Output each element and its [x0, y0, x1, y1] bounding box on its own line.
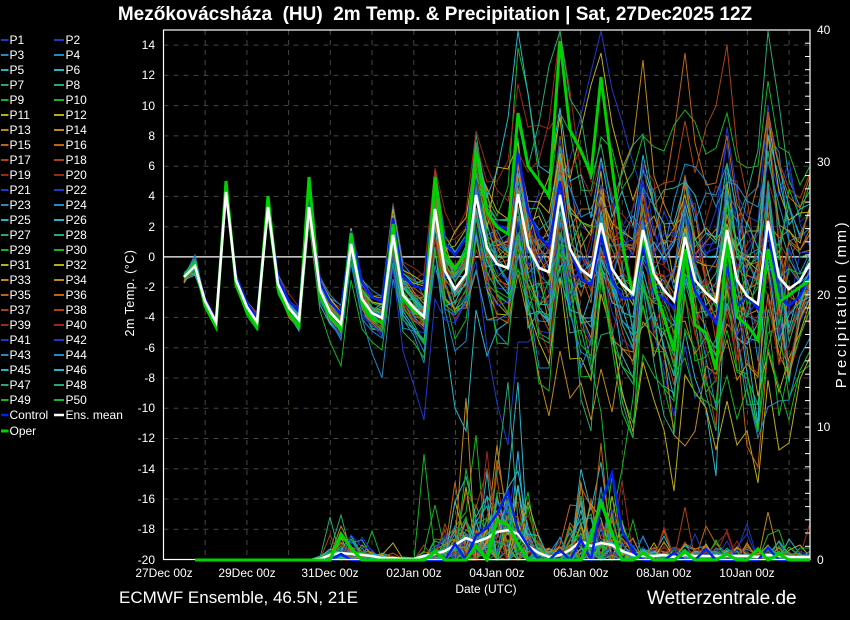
svg-text:P24: P24	[66, 198, 88, 212]
svg-text:P2: P2	[66, 33, 81, 47]
svg-text:P27: P27	[10, 228, 32, 242]
svg-text:29Dec 00z: 29Dec 00z	[218, 566, 275, 580]
svg-text:P45: P45	[10, 363, 32, 377]
svg-text:P35: P35	[10, 288, 32, 302]
svg-text:P44: P44	[66, 348, 88, 362]
svg-text:P50: P50	[66, 393, 88, 407]
svg-text:Date (UTC): Date (UTC)	[455, 582, 516, 596]
svg-text:6: 6	[148, 159, 155, 173]
svg-text:P30: P30	[66, 243, 88, 257]
svg-text:Precipitation (mm): Precipitation (mm)	[833, 220, 850, 389]
svg-text:0: 0	[148, 250, 155, 264]
svg-text:P31: P31	[10, 258, 32, 272]
svg-text:P11: P11	[10, 108, 31, 122]
svg-text:-2: -2	[144, 280, 155, 294]
svg-text:31Dec 00z: 31Dec 00z	[301, 566, 358, 580]
svg-text:P19: P19	[10, 168, 32, 182]
svg-text:P26: P26	[66, 213, 88, 227]
svg-text:P25: P25	[10, 213, 32, 227]
svg-text:ECMWF Ensemble, 46.5N, 21E: ECMWF Ensemble, 46.5N, 21E	[119, 588, 358, 607]
svg-text:P4: P4	[66, 48, 81, 62]
svg-text:P36: P36	[66, 288, 88, 302]
svg-text:P7: P7	[10, 78, 25, 92]
svg-text:P13: P13	[10, 123, 32, 137]
svg-text:4: 4	[148, 189, 155, 203]
svg-text:-4: -4	[144, 310, 155, 324]
svg-text:P5: P5	[10, 63, 25, 77]
svg-text:P41: P41	[10, 333, 32, 347]
svg-text:-18: -18	[138, 522, 156, 536]
svg-text:-16: -16	[138, 492, 156, 506]
svg-text:04Jan 00z: 04Jan 00z	[469, 566, 524, 580]
svg-text:-10: -10	[138, 401, 156, 415]
svg-text:Oper: Oper	[10, 424, 37, 438]
svg-text:20: 20	[817, 288, 831, 302]
svg-text:P48: P48	[66, 378, 88, 392]
svg-text:P46: P46	[66, 363, 88, 377]
svg-text:P14: P14	[66, 123, 88, 137]
svg-text:Ens. mean: Ens. mean	[66, 408, 123, 422]
svg-text:P21: P21	[10, 183, 32, 197]
svg-text:08Jan 00z: 08Jan 00z	[636, 566, 691, 580]
svg-text:P39: P39	[10, 318, 32, 332]
svg-text:P16: P16	[66, 138, 88, 152]
svg-text:P12: P12	[66, 108, 88, 122]
svg-text:P3: P3	[10, 48, 25, 62]
svg-text:12: 12	[142, 68, 156, 82]
svg-text:P49: P49	[10, 393, 32, 407]
svg-text:10: 10	[142, 99, 156, 113]
svg-text:Mezőkovácsháza (HU) 2m Temp.: Mezőkovácsháza (HU) 2m Temp. & Precipita…	[118, 4, 753, 25]
svg-text:P32: P32	[66, 258, 88, 272]
svg-text:8: 8	[148, 129, 155, 143]
svg-text:-6: -6	[144, 341, 155, 355]
svg-text:-12: -12	[138, 431, 156, 445]
svg-text:P6: P6	[66, 63, 81, 77]
svg-text:P28: P28	[66, 228, 88, 242]
svg-text:P40: P40	[66, 318, 88, 332]
svg-text:P37: P37	[10, 303, 32, 317]
svg-text:P42: P42	[66, 333, 88, 347]
svg-text:P23: P23	[10, 198, 32, 212]
svg-text:Wetterzentrale.de: Wetterzentrale.de	[647, 588, 797, 609]
svg-text:P20: P20	[66, 168, 88, 182]
svg-text:-14: -14	[138, 462, 156, 476]
svg-text:P8: P8	[66, 78, 81, 92]
svg-text:14: 14	[142, 38, 156, 52]
svg-text:P34: P34	[66, 273, 88, 287]
svg-text:P43: P43	[10, 348, 32, 362]
svg-text:P9: P9	[10, 93, 25, 107]
svg-text:P15: P15	[10, 138, 32, 152]
svg-text:30: 30	[817, 155, 831, 169]
svg-text:2m Temp. (°C): 2m Temp. (°C)	[123, 250, 137, 337]
svg-text:27Dec 00z: 27Dec 00z	[135, 566, 192, 580]
svg-text:40: 40	[817, 23, 831, 37]
svg-text:Control: Control	[10, 408, 49, 422]
svg-text:-20: -20	[138, 553, 156, 567]
svg-text:10Jan 00z: 10Jan 00z	[719, 566, 774, 580]
svg-text:P1: P1	[10, 33, 25, 47]
svg-text:-8: -8	[144, 371, 155, 385]
svg-text:P10: P10	[66, 93, 88, 107]
svg-text:0: 0	[817, 553, 824, 567]
svg-text:P38: P38	[66, 303, 88, 317]
svg-text:P33: P33	[10, 273, 32, 287]
svg-text:P47: P47	[10, 378, 32, 392]
svg-text:P17: P17	[10, 153, 32, 167]
svg-text:06Jan 00z: 06Jan 00z	[553, 566, 608, 580]
svg-text:P29: P29	[10, 243, 32, 257]
svg-text:2: 2	[148, 220, 155, 234]
svg-text:P18: P18	[66, 153, 88, 167]
svg-text:10: 10	[817, 420, 831, 434]
svg-text:02Jan 00z: 02Jan 00z	[386, 566, 441, 580]
svg-text:P22: P22	[66, 183, 88, 197]
